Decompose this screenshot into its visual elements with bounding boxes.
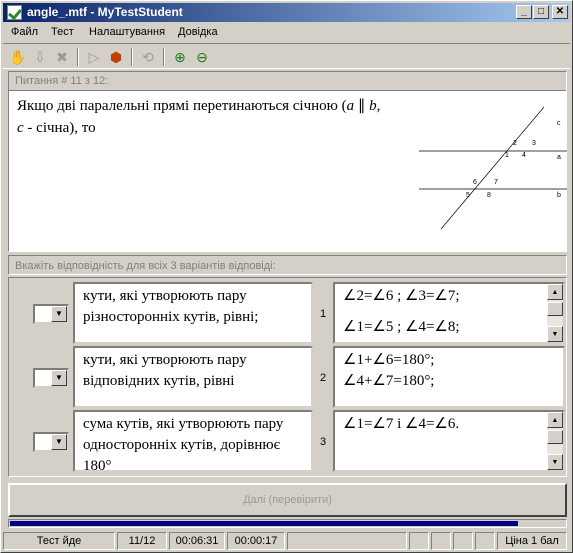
angle-label-4: 4 [522,152,526,159]
answer-select-1[interactable]: ▼ [33,304,69,324]
question-body: Якщо дві паралельні прямі перетинаються … [9,91,567,251]
right-option-1-scrollbar[interactable]: ▲ ▼ [547,284,563,342]
status-empty-panel [453,532,473,550]
scroll-thumb[interactable] [547,302,563,316]
toolbar-separator [77,48,79,66]
refresh-icon[interactable]: ⟲ [139,48,157,66]
angle-label-8: 8 [487,192,491,199]
play-icon[interactable]: ▷ [85,48,103,66]
scroll-up-icon[interactable]: ▲ [547,284,563,300]
scroll-thumb[interactable] [547,430,563,444]
answer-select-3[interactable]: ▼ [33,432,69,452]
chevron-down-icon[interactable]: ▼ [51,370,67,386]
left-statement-2: кути, які утворюють пару відповідних кут… [73,346,313,408]
menu-help[interactable]: Довідка [178,26,218,38]
status-empty-panel [287,532,407,550]
test-progress-bar [8,519,567,528]
status-score: Ціна 1 бал [497,532,567,550]
zoom-in-icon[interactable]: ⊕ [171,48,189,66]
hand-icon[interactable]: ✋ [9,48,27,66]
next-check-button[interactable]: Далі (перевірити) [8,483,567,517]
right-option-3: ∠1=∠7 і ∠4=∠6. ▲ ▼ [333,410,565,472]
menu-settings[interactable]: Налаштування [89,26,165,38]
app-window: angle_.mtf - MyTestStudent _ □ ✕ Файл Те… [0,0,573,553]
diagram-label-b: b [557,192,561,199]
status-empty-panel [431,532,451,550]
maximize-button[interactable]: □ [533,5,549,19]
question-text: Якщо дві паралельні прямі перетинаються … [17,98,381,136]
right-option-1: ∠2=∠6 ; ∠3=∠7; ∠1=∠5 ; ∠4=∠8; ▲ ▼ [333,282,565,344]
right-option-1-line: ∠2=∠6 ; ∠3=∠7; [343,288,460,304]
scroll-down-icon[interactable]: ▼ [547,326,563,342]
angle-label-7: 7 [494,179,498,186]
scroll-down-icon[interactable]: ▼ [547,454,563,470]
scroll-up-icon[interactable]: ▲ [547,412,563,428]
angle-label-1: 1 [505,152,509,159]
status-state: Тест йде [3,532,115,550]
close-button[interactable]: ✕ [552,5,568,19]
angle-label-2: 2 [513,140,517,147]
chevron-down-icon[interactable]: ▼ [51,306,67,322]
zoom-out-icon[interactable]: ⊖ [193,48,211,66]
menu-file[interactable]: Файл [11,26,38,38]
question-header: Питання # 11 з 12: [9,72,566,91]
right-option-3-scrollbar[interactable]: ▲ ▼ [547,412,563,470]
angle-label-3: 3 [532,140,536,147]
status-question-time: 00:00:17 [227,532,285,550]
status-question-counter: 11/12 [117,532,167,550]
diagram-label-c: c [557,120,561,127]
menu-test[interactable]: Тест [51,26,74,38]
stop-icon[interactable]: ⬢ [107,48,125,66]
angle-label-5: 5 [466,192,470,199]
left-statement-1: кути, які утворюють пару різносторонніх … [73,282,313,344]
status-empty-panel [409,532,429,550]
status-elapsed-time: 00:06:31 [169,532,225,550]
down-arrow-icon[interactable]: ⇩ [31,48,49,66]
menu-bar: Файл Тест Налаштування Довідка [3,24,570,42]
app-checkmark-icon [7,5,22,20]
right-option-2-line: ∠1+∠6=180°; [343,352,435,368]
chevron-down-icon[interactable]: ▼ [51,434,67,450]
status-empty-panel [475,532,495,550]
match-number-2: 2 [319,372,327,384]
status-bar: Тест йде 11/12 00:06:31 00:00:17 Ціна 1 … [3,532,570,550]
toolbar-separator [131,48,133,66]
right-option-3-line: ∠1=∠7 і ∠4=∠6. [343,416,460,432]
instruction-label: Вкажіть відповідність для всіх 3 варіант… [8,255,567,275]
title-bar[interactable]: angle_.mtf - MyTestStudent _ □ ✕ [3,3,570,22]
left-statement-3: сума кутів, які утворюють пару односторо… [73,410,313,472]
diagram-label-a: a [557,154,561,161]
parallel-lines-diagram: c a b 1 2 3 4 5 6 7 8 [419,106,567,230]
progress-fill [10,521,518,526]
answer-select-2[interactable]: ▼ [33,368,69,388]
match-number-3: 3 [319,436,327,448]
close-x-icon[interactable]: ✖ [53,48,71,66]
match-number-1: 1 [319,308,327,320]
right-option-2: ∠1+∠6=180°; ∠4+∠7=180°; [333,346,565,408]
angle-label-6: 6 [473,179,477,186]
minimize-button[interactable]: _ [516,5,532,19]
window-title: angle_.mtf - MyTestStudent [27,5,183,19]
right-option-2-line: ∠4+∠7=180°; [343,373,435,389]
answers-panel: ▼ кути, які утворюють пару різносторонні… [8,277,567,477]
right-option-1-line: ∠1=∠5 ; ∠4=∠8; [343,319,460,335]
question-panel: Питання # 11 з 12: Якщо дві паралельні п… [8,71,567,252]
toolbar: ✋ ⇩ ✖ ▷ ⬢ ⟲ ⊕ ⊖ [3,43,570,69]
toolbar-separator [163,48,165,66]
